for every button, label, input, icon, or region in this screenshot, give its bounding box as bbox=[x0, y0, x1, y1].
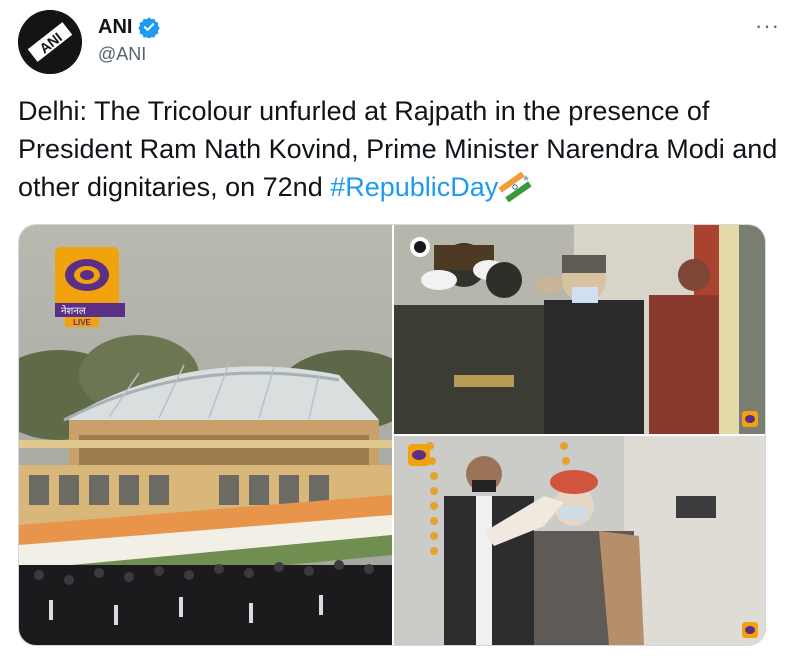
modi-saluting-image[interactable] bbox=[394, 436, 765, 645]
officials-saluting-image[interactable] bbox=[394, 225, 765, 434]
dd-logo-label: नेशनल bbox=[61, 305, 86, 317]
tricolour-flag-emoji bbox=[498, 172, 532, 202]
hashtag-link[interactable]: #RepublicDay bbox=[330, 172, 498, 202]
author-names: ANI @ANI bbox=[98, 14, 161, 65]
dd-national-logo-icon: नेशनल LIVE bbox=[55, 247, 125, 327]
display-name[interactable]: ANI bbox=[98, 16, 132, 39]
dd-live-badge: LIVE bbox=[73, 318, 91, 327]
media-grid[interactable]: नेशनल LIVE bbox=[18, 224, 766, 646]
more-options-button[interactable]: ··· bbox=[755, 15, 780, 37]
tweet-text: Delhi: The Tricolour unfurled at Rajpath… bbox=[18, 92, 782, 206]
ani-logo-icon[interactable]: ANI bbox=[18, 10, 82, 74]
handle[interactable]: @ANI bbox=[98, 44, 160, 65]
rajpath-stands-image[interactable]: नेशनल LIVE bbox=[19, 225, 392, 645]
verified-badge-icon bbox=[138, 17, 161, 38]
tweet-header: ANI ANI @ANI ··· bbox=[18, 10, 782, 74]
